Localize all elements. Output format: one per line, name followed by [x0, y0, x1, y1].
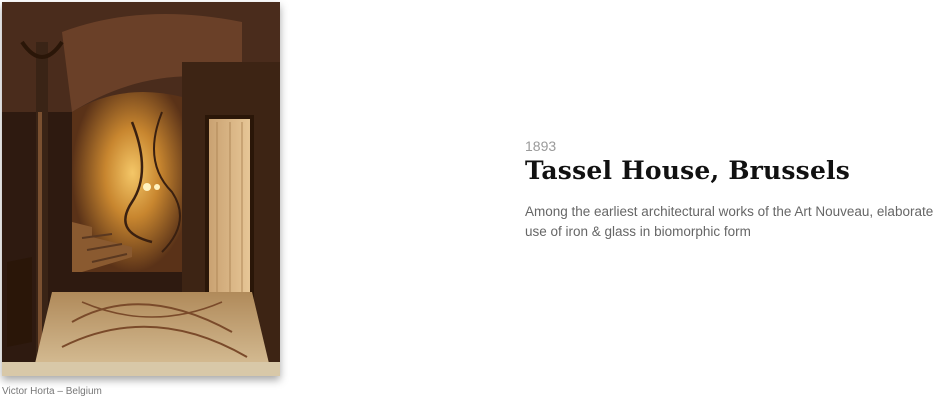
artwork-description: Among the earliest architectural works o…	[525, 204, 934, 239]
photo-caption: Victor Horta – Belgium	[2, 386, 102, 397]
artwork-year: 1893	[525, 138, 557, 154]
artwork-title: Tassel House, Brussels	[525, 156, 851, 185]
tassel-house-interior-image	[2, 2, 280, 376]
artwork-photo	[2, 2, 280, 376]
artwork-info: 1893 Tassel House, Brussels Among the ea…	[525, 138, 950, 242]
